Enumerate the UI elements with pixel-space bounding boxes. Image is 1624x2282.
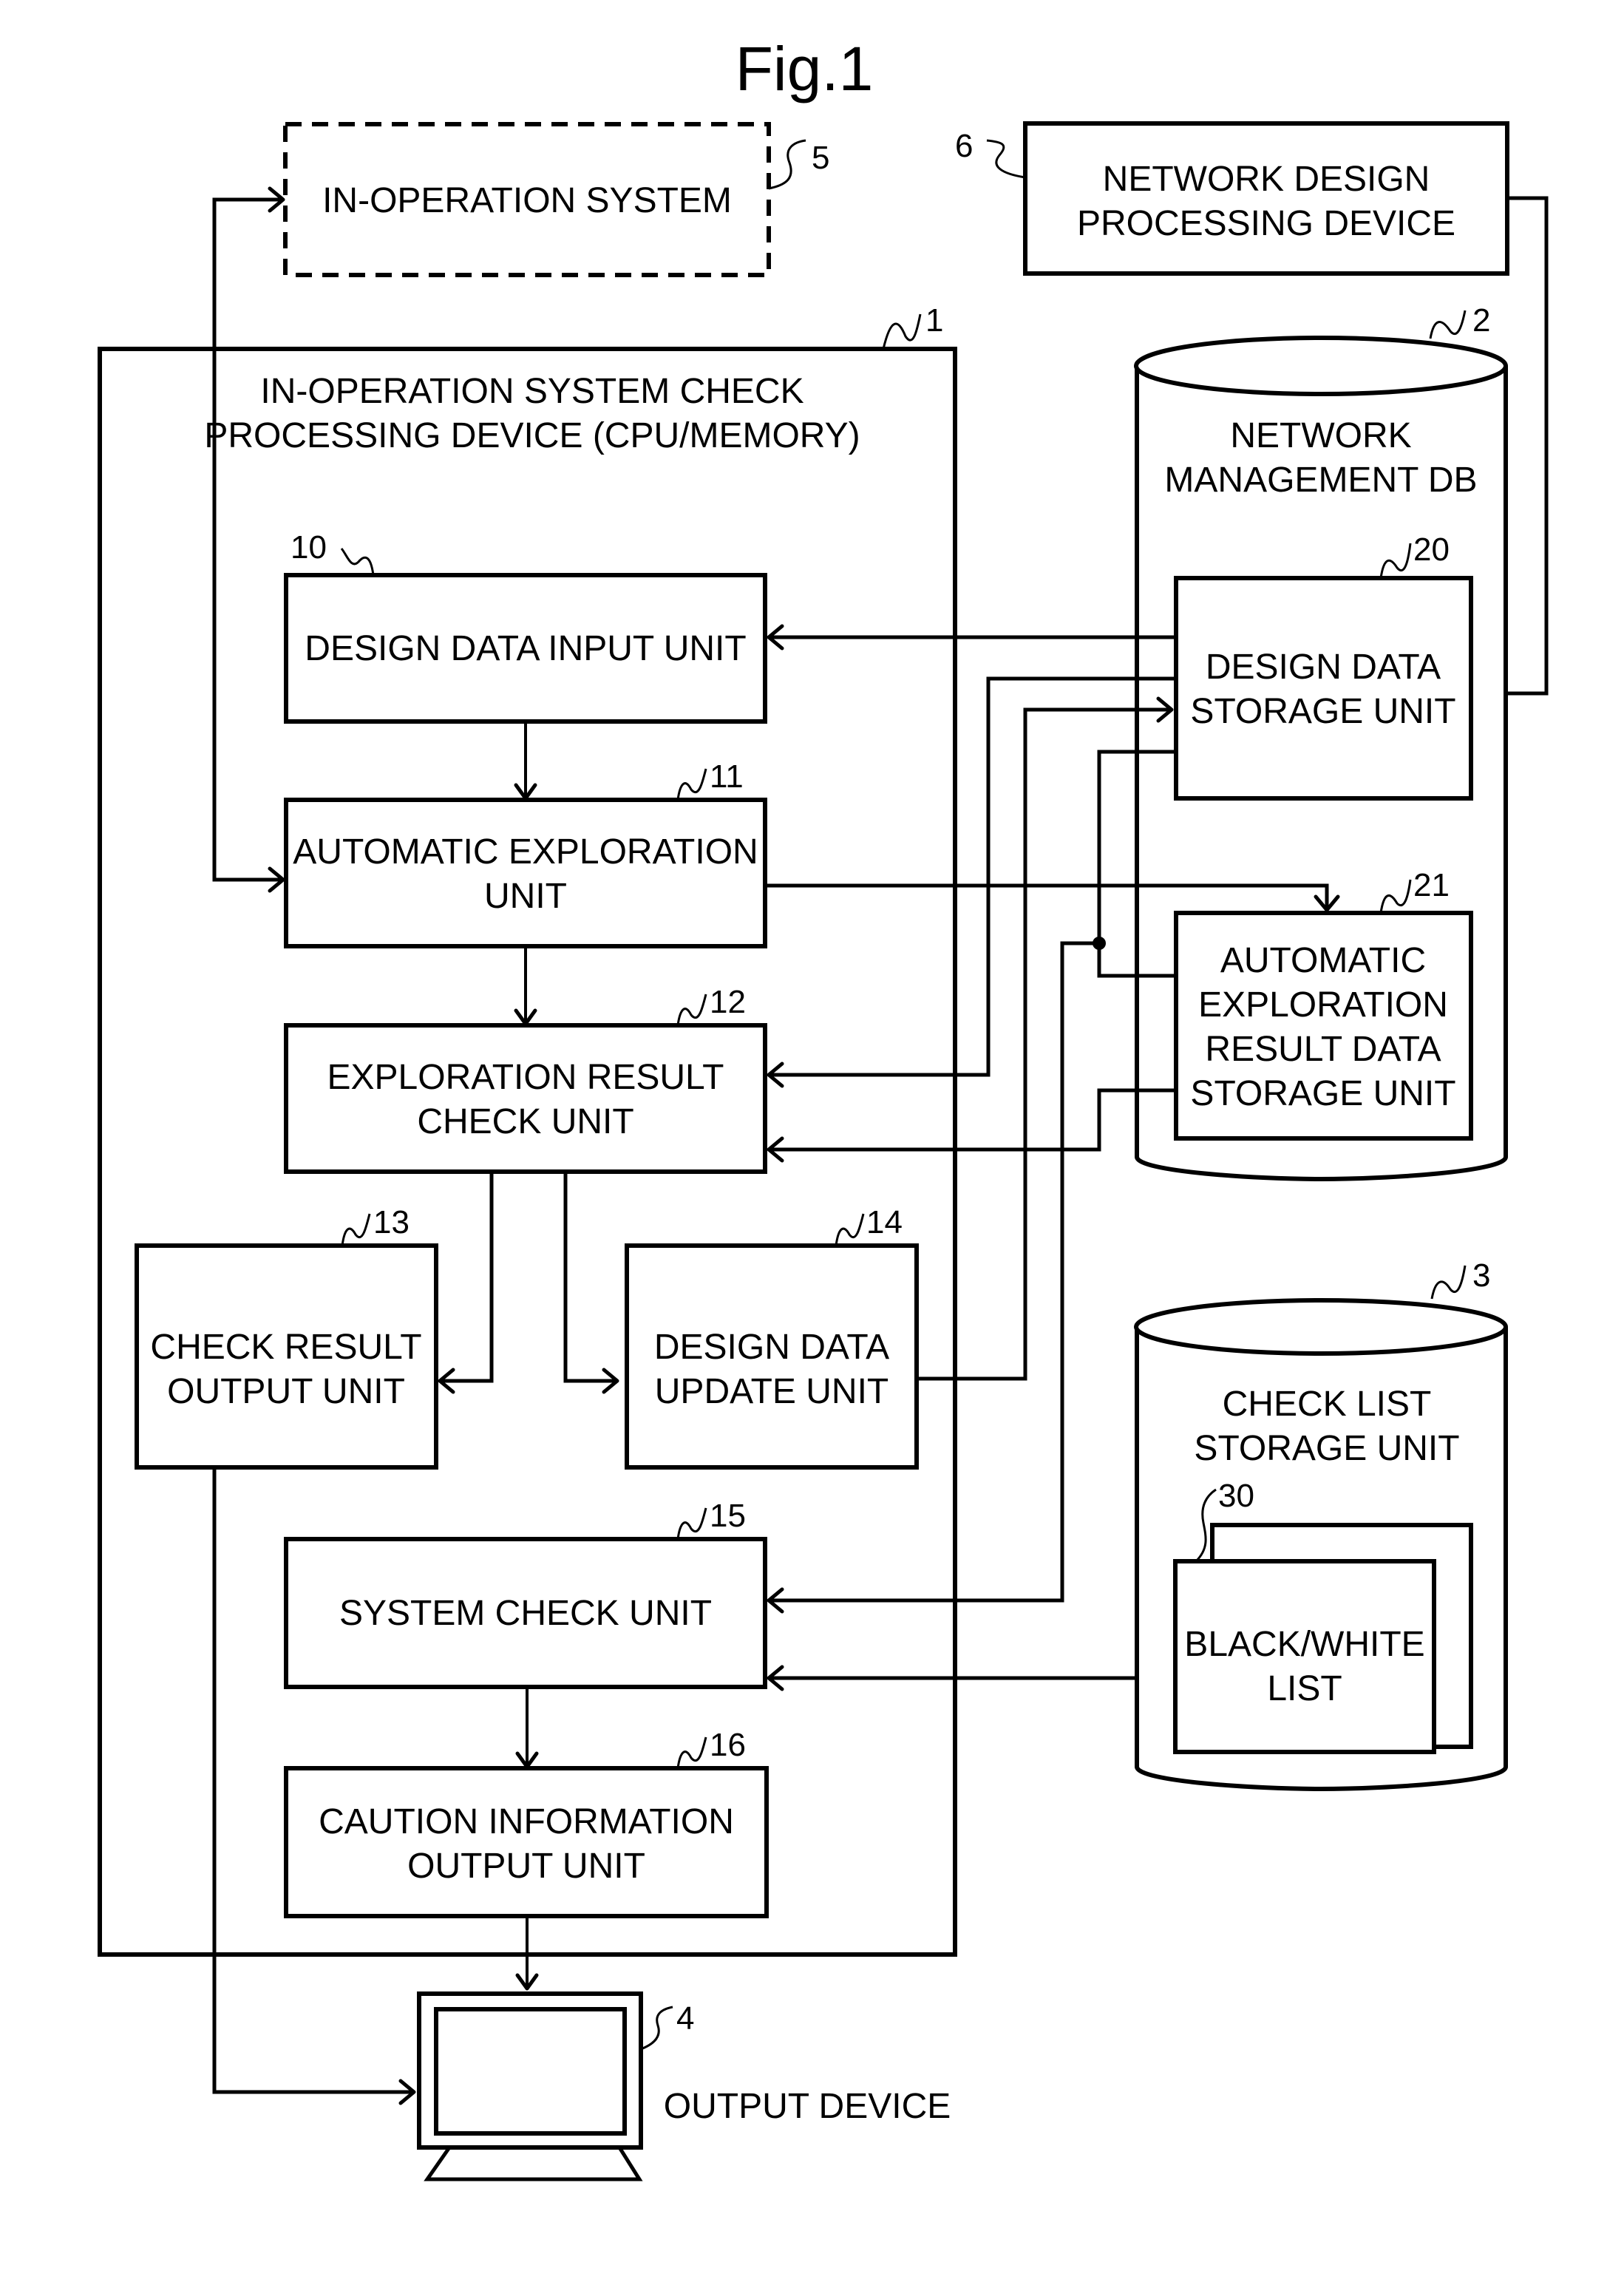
ref-leader-3 xyxy=(1430,1265,1467,1300)
check-result-output-unit: CHECK RESULT OUTPUT UNIT 13 xyxy=(135,1204,438,1470)
automatic-exploration-label-line1: AUTOMATIC EXPLORATION xyxy=(293,832,758,872)
block-diagram: Fig.1 IN-OPERATION SYSTEM CHECK PROCESSI… xyxy=(98,34,1549,2181)
in-operation-system: IN-OPERATION SYSTEM 5 xyxy=(283,122,829,277)
design-data-storage-label-line2: STORAGE UNIT xyxy=(1190,692,1455,731)
design-data-storage-label-line1: DESIGN DATA xyxy=(1206,648,1441,687)
ref-leader-1 xyxy=(882,313,922,350)
network-design-label-line1: NETWORK DESIGN xyxy=(1103,160,1430,199)
ref-number-1: 1 xyxy=(925,302,943,339)
ref-number-14: 14 xyxy=(866,1204,903,1240)
ref-number-11: 11 xyxy=(710,758,744,795)
connector-list-to-system-check xyxy=(767,1665,1181,1691)
network-design-label-line2: PROCESSING DEVICE xyxy=(1077,204,1455,243)
connector-storage-to-input xyxy=(767,624,1176,651)
ref-leader-15 xyxy=(676,1507,707,1540)
ref-leader-12 xyxy=(676,994,707,1026)
exploration-result-check-label-line2: CHECK UNIT xyxy=(417,1102,633,1141)
connector-input-to-exploration xyxy=(514,721,537,801)
ref-number-6: 6 xyxy=(955,128,973,164)
connector-storage-to-result-check xyxy=(767,676,1176,1088)
exploration-result-storage-label-line4: STORAGE UNIT xyxy=(1190,1074,1455,1113)
junction-dot xyxy=(1093,937,1106,950)
connector-storages-to-system-check xyxy=(767,750,1176,1614)
network-design-processing-device: NETWORK DESIGN PROCESSING DEVICE 6 xyxy=(955,121,1509,276)
exploration-result-storage-label-line1: AUTOMATIC xyxy=(1220,941,1426,980)
system-check-label: SYSTEM CHECK UNIT xyxy=(339,1594,712,1633)
check-result-output-label-line1: CHECK RESULT xyxy=(150,1328,421,1367)
check-processing-device-label-line1: IN-OPERATION SYSTEM CHECK xyxy=(260,372,803,411)
ref-number-2: 2 xyxy=(1472,302,1490,339)
check-list-storage-label-line2: STORAGE UNIT xyxy=(1194,1429,1459,1468)
ref-leader-6 xyxy=(986,139,1026,179)
ref-number-13: 13 xyxy=(373,1204,410,1240)
monitor-screen xyxy=(434,2007,627,2136)
ref-number-16: 16 xyxy=(710,1727,746,1763)
ref-leader-4 xyxy=(640,2006,673,2051)
ref-number-3: 3 xyxy=(1472,1257,1490,1294)
ref-leader-11 xyxy=(676,768,707,801)
check-list-storage-label-line1: CHECK LIST xyxy=(1223,1385,1432,1424)
output-device: 4 OUTPUT DEVICE xyxy=(417,1991,951,2181)
connector-in-operation-to-exploration xyxy=(212,186,285,893)
caution-info-label-line1: CAUTION INFORMATION xyxy=(319,1802,734,1841)
design-data-update-label-line1: DESIGN DATA xyxy=(654,1328,889,1367)
connector-result-check-to-update xyxy=(563,1172,619,1394)
ref-number-30: 30 xyxy=(1218,1478,1254,1514)
ref-leader-2 xyxy=(1429,310,1467,339)
design-data-input-label: DESIGN DATA INPUT UNIT xyxy=(305,629,746,668)
exploration-result-storage-label-line2: EXPLORATION xyxy=(1198,985,1448,1025)
ref-number-12: 12 xyxy=(710,984,746,1020)
ref-leader-10 xyxy=(340,548,375,576)
exploration-result-check-label-line1: EXPLORATION RESULT xyxy=(327,1058,724,1097)
check-processing-device-label-line2: PROCESSING DEVICE (CPU/MEMORY) xyxy=(204,416,860,455)
black-white-list-label-line2: LIST xyxy=(1267,1669,1342,1708)
output-device-label: OUTPUT DEVICE xyxy=(664,2087,951,2126)
network-management-db-label-line2: MANAGEMENT DB xyxy=(1164,461,1477,500)
network-management-db-label-line1: NETWORK xyxy=(1230,416,1411,455)
ref-leader-5 xyxy=(768,139,806,190)
ref-number-4: 4 xyxy=(676,2000,694,2037)
caution-info-label-line2: OUTPUT UNIT xyxy=(407,1847,645,1886)
system-check-unit: SYSTEM CHECK UNIT 15 xyxy=(284,1498,767,1689)
design-data-input-unit: DESIGN DATA INPUT UNIT 10 xyxy=(284,529,767,724)
ref-leader-14 xyxy=(835,1213,865,1246)
connector-exploration-to-result-check xyxy=(514,946,537,1026)
ref-number-20: 20 xyxy=(1413,532,1450,568)
ref-leader-13 xyxy=(341,1213,371,1246)
connector-result-storage-to-result-check xyxy=(767,1088,1176,1163)
ref-number-10: 10 xyxy=(291,529,327,566)
check-result-output-label-line2: OUTPUT UNIT xyxy=(167,1372,405,1411)
ref-number-5: 5 xyxy=(812,140,829,176)
ref-leader-16 xyxy=(676,1736,707,1769)
automatic-exploration-label-line2: UNIT xyxy=(484,877,567,916)
black-white-list-label-line1: BLACK/WHITE xyxy=(1184,1625,1424,1664)
connector-result-check-to-output xyxy=(438,1172,494,1394)
ref-number-15: 15 xyxy=(710,1498,746,1534)
figure-title: Fig.1 xyxy=(735,34,874,103)
monitor-stand xyxy=(424,2146,643,2181)
exploration-result-storage-label-line3: RESULT DATA xyxy=(1205,1030,1441,1069)
connector-system-check-to-caution xyxy=(515,1687,539,1769)
design-data-update-unit: DESIGN DATA UPDATE UNIT 14 xyxy=(625,1204,919,1470)
design-data-update-label-line2: UPDATE UNIT xyxy=(655,1372,889,1411)
in-operation-system-label: IN-OPERATION SYSTEM xyxy=(322,181,732,220)
ref-number-21: 21 xyxy=(1413,867,1450,903)
